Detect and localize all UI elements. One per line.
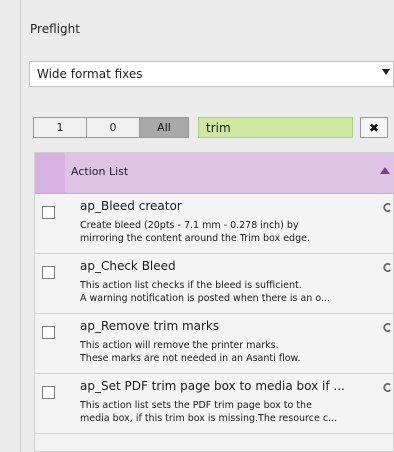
row-description: This action list checks if the bleed is … [80,279,390,305]
row-description-line: media box, if this trim box is missing.T… [80,413,338,424]
row-description: This action will remove the printer mark… [80,339,390,365]
header-checkbox-spacer [35,153,65,193]
list-item[interactable]: ap_Remove trim marks This action will re… [35,314,393,374]
partial-circle-icon[interactable] [383,203,392,212]
row-description-line: A warning notification is posted when th… [80,293,331,304]
action-list-header-label: Action List [71,165,129,178]
row-description: Create bleed (20pts - 7.1 mm - 0.278 inc… [80,219,390,245]
list-item[interactable]: ap_Set PDF trim page box to media box if… [35,374,393,434]
partial-circle-icon[interactable] [383,323,392,332]
row-description: This action list sets the PDF trim page … [80,399,390,425]
preflight-panel: Preflight Wide format fixes 1 0 All trim… [0,0,394,452]
filter-1-button[interactable]: 1 [34,118,87,137]
close-icon: ✖ [368,120,380,135]
filter-all-button[interactable]: All [140,118,188,137]
clear-search-button[interactable]: ✖ [360,117,388,138]
sort-up-icon[interactable] [380,167,390,174]
list-item[interactable]: ap_Bleed creator Create bleed (20pts - 7… [35,194,393,254]
profile-dropdown-value: Wide format fixes [37,67,143,81]
action-list: Action List ap_Bleed creator Create blee… [34,152,394,452]
row-description-line: mirroring the content around the Trim bo… [80,233,310,244]
panel-title: Preflight [30,22,80,36]
filter-0-button[interactable]: 0 [87,118,140,137]
row-description-line: Create bleed (20pts - 7.1 mm - 0.278 inc… [80,220,299,231]
filter-row: 1 0 All trim ✖ [33,115,388,140]
row-title: ap_Check Bleed [80,259,176,273]
row-title: ap_Set PDF trim page box to media box if… [80,379,345,393]
filter-segment: 1 0 All [33,117,189,138]
row-description-line: This action will remove the printer mark… [80,340,279,351]
chevron-down-icon [382,69,390,75]
list-item[interactable]: ap_Check Bleed This action list checks i… [35,254,393,314]
action-list-header: Action List [35,153,393,194]
row-checkbox[interactable] [42,206,55,219]
row-description-line: This action list sets the PDF trim page … [80,400,312,411]
row-description-line: These marks are not needed in an Asanti … [80,353,301,364]
partial-circle-icon[interactable] [383,383,392,392]
profile-dropdown[interactable]: Wide format fixes [29,61,394,87]
row-description-line: This action list checks if the bleed is … [80,280,302,291]
partial-circle-icon[interactable] [383,263,392,272]
row-checkbox[interactable] [42,386,55,399]
row-title: ap_Remove trim marks [80,319,220,333]
row-checkbox[interactable] [42,266,55,279]
search-input[interactable]: trim [198,117,353,138]
row-title: ap_Bleed creator [80,199,182,213]
row-checkbox[interactable] [42,326,55,339]
